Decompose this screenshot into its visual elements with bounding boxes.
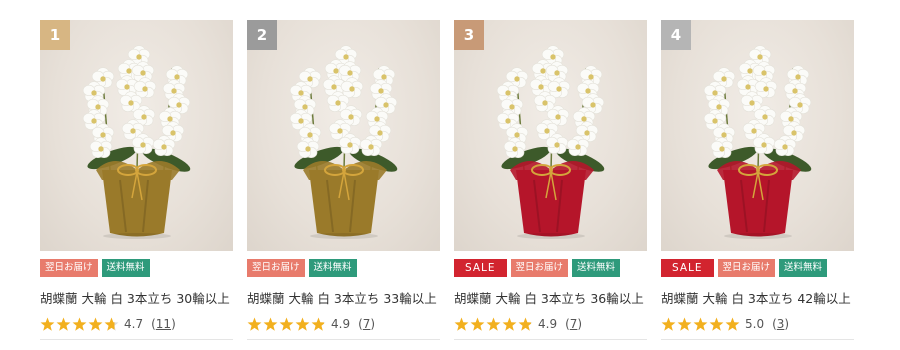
rating-score: 5.0 xyxy=(745,317,765,331)
badge-row: SALE 翌日お届け 送料無料 xyxy=(454,259,647,277)
rating-score: 4.9 xyxy=(331,317,351,331)
star-icon xyxy=(72,317,87,331)
star-icon xyxy=(502,317,517,331)
star-icon xyxy=(311,317,326,331)
next-badge: 翌日お届け xyxy=(247,259,305,277)
product-card[interactable]: 3 SALE 翌日お届け 送料無料 胡蝶蘭 大輪 白 3本立ち 36輪以上 4.9 … xyxy=(454,20,647,340)
badge-row: SALE 翌日お届け 送料無料 xyxy=(661,259,854,277)
star-rating xyxy=(40,317,120,332)
product-card[interactable]: 2 翌日お届け送料無料 胡蝶蘭 大輪 白 3本立ち 33輪以上 4.9 7 xyxy=(247,20,440,340)
product-image[interactable]: 3 xyxy=(454,20,647,251)
star-icon xyxy=(40,317,55,331)
product-card[interactable]: 4 SALE 翌日お届け 送料無料 胡蝶蘭 大輪 白 3本立ち 42輪以上 5.0 … xyxy=(661,20,854,340)
star-icon xyxy=(486,317,501,331)
badge-row: 翌日お届け 送料無料 xyxy=(247,259,440,277)
product-title[interactable]: 胡蝶蘭 大輪 白 3本立ち 42輪以上 xyxy=(661,288,854,307)
divider xyxy=(454,339,647,340)
sale-badge: SALE xyxy=(454,259,507,277)
next-badge: 翌日お届け xyxy=(510,259,569,277)
star-icon xyxy=(104,317,119,331)
rank-badge: 3 xyxy=(454,20,484,50)
rating-score: 4.9 xyxy=(538,317,558,331)
rank-badge: 1 xyxy=(40,20,70,50)
orchid-illustration xyxy=(703,45,812,239)
star-icon xyxy=(470,317,485,331)
star-icon xyxy=(709,317,724,331)
star-icon xyxy=(279,317,294,331)
star-rating xyxy=(454,317,534,332)
free-badge: 送料無料 xyxy=(308,259,357,277)
review-count-link[interactable]: 7 xyxy=(565,317,582,331)
star-icon xyxy=(725,317,740,331)
orchid-illustration xyxy=(82,45,191,239)
next-badge: 翌日お届け xyxy=(717,259,776,277)
rating: 4.9 7 xyxy=(454,315,647,333)
next-badge: 翌日お届け xyxy=(40,259,98,277)
star-rating xyxy=(247,317,327,332)
rank-badge: 2 xyxy=(247,20,277,50)
review-count-link[interactable]: 7 xyxy=(358,317,375,331)
star-icon xyxy=(454,317,469,331)
divider xyxy=(247,339,440,340)
star-icon xyxy=(56,317,71,331)
star-icon xyxy=(677,317,692,331)
product-grid: 1 翌日お届け送料無料 胡蝶蘭 大輪 白 3本立ち 30輪以上 4.7 11 2… xyxy=(0,0,900,350)
rank-badge: 4 xyxy=(661,20,691,50)
rating-score: 4.7 xyxy=(124,317,144,331)
star-icon xyxy=(518,317,533,331)
free-badge: 送料無料 xyxy=(779,259,828,277)
rating: 5.0 3 xyxy=(661,315,854,333)
product-title[interactable]: 胡蝶蘭 大輪 白 3本立ち 33輪以上 xyxy=(247,288,440,307)
divider xyxy=(661,339,854,340)
star-icon xyxy=(661,317,676,331)
review-count-link[interactable]: 11 xyxy=(151,317,176,331)
rating: 4.9 7 xyxy=(247,315,440,333)
product-image[interactable]: 2 xyxy=(247,20,440,251)
star-icon xyxy=(247,317,262,331)
product-image[interactable]: 4 xyxy=(661,20,854,251)
star-icon xyxy=(693,317,708,331)
star-rating xyxy=(661,317,741,332)
star-icon xyxy=(263,317,278,331)
free-badge: 送料無料 xyxy=(572,259,621,277)
star-icon xyxy=(295,317,310,331)
badge-row: 翌日お届け 送料無料 xyxy=(40,259,233,277)
product-card[interactable]: 1 翌日お届け送料無料 胡蝶蘭 大輪 白 3本立ち 30輪以上 4.7 11 xyxy=(40,20,233,340)
rating: 4.7 11 xyxy=(40,315,233,333)
product-image[interactable]: 1 xyxy=(40,20,233,251)
star-icon xyxy=(88,317,103,331)
orchid-illustration xyxy=(496,45,605,239)
review-count-link[interactable]: 3 xyxy=(772,317,789,331)
orchid-illustration xyxy=(289,45,398,239)
divider xyxy=(40,339,233,340)
free-badge: 送料無料 xyxy=(101,259,150,277)
sale-badge: SALE xyxy=(661,259,714,277)
product-title[interactable]: 胡蝶蘭 大輪 白 3本立ち 30輪以上 xyxy=(40,288,233,307)
product-title[interactable]: 胡蝶蘭 大輪 白 3本立ち 36輪以上 xyxy=(454,288,647,307)
